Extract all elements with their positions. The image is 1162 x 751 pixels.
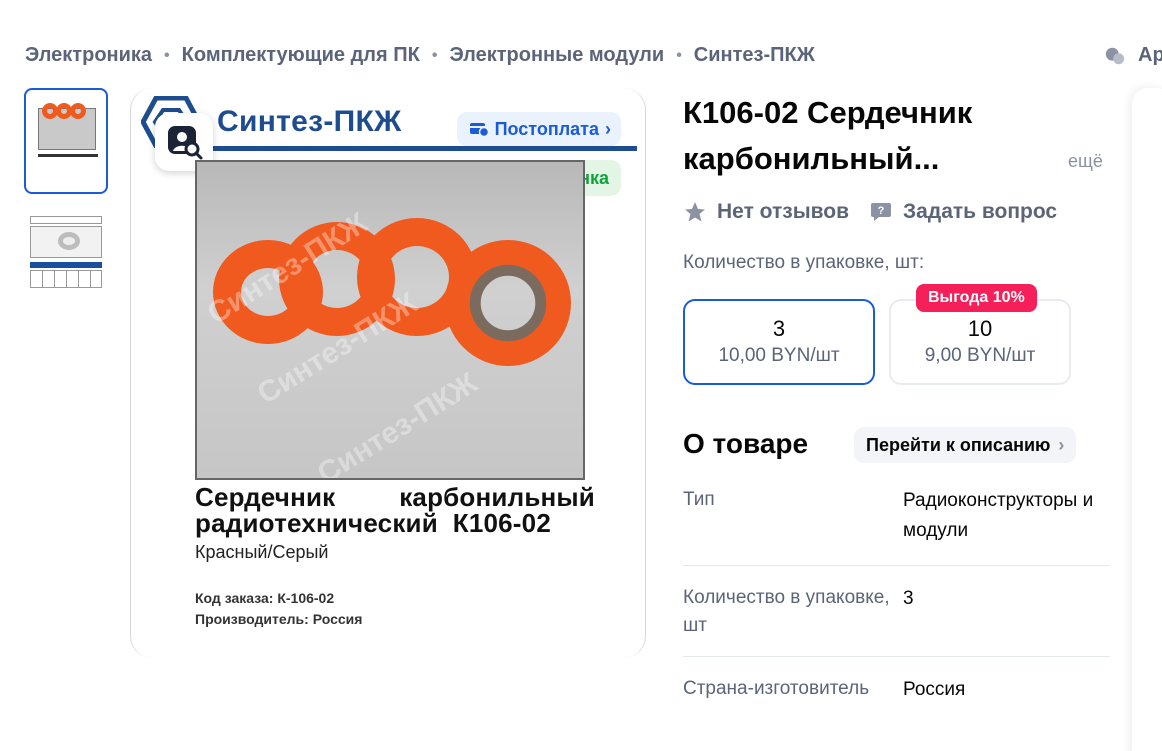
- top-right-action[interactable]: Ар: [1104, 44, 1162, 67]
- watermark: Синтез-ПКЖ: [311, 366, 484, 480]
- breadcrumb-electronics[interactable]: Электроника: [25, 44, 152, 67]
- thumbnail-caption: [38, 154, 98, 157]
- breadcrumb: Электроника • Комплектующие для ПК • Эле…: [25, 44, 815, 67]
- card-title-line2: радиотехнический К106-02: [195, 508, 551, 538]
- card-title-word: Сердечник: [195, 482, 336, 512]
- go-to-description-label: Перейти к описанию: [866, 434, 1051, 455]
- spec-key: Страна-изготовитель: [683, 678, 870, 699]
- brand-divider: [181, 146, 637, 151]
- spec-row: Тип Радиоконструкторы и модули: [683, 478, 1110, 566]
- image-search-icon: [168, 126, 203, 160]
- manufacturer: Производитель: Россия: [195, 611, 363, 627]
- star-icon: [685, 202, 705, 222]
- chevron-right-icon: ›: [605, 118, 611, 139]
- product-title: К106-02 Сердечник карбонильный...: [683, 95, 973, 176]
- spec-value: Радиоконструкторы и модули: [903, 490, 1094, 541]
- pack-price: 10,00 BYN/шт: [718, 345, 840, 366]
- order-code: Код заказа: К-106-02: [195, 590, 335, 606]
- ask-question-label: Задать вопрос: [903, 200, 1058, 223]
- card-title: Сердечник карбонильный радиотехнический …: [195, 484, 595, 536]
- thumbnail-list: [24, 88, 108, 332]
- card-clock-icon: [469, 123, 489, 137]
- reviews-label: Нет отзывов: [717, 200, 850, 223]
- core-drawing-icon: [58, 232, 80, 250]
- go-to-description-button[interactable]: Перейти к описанию ›: [854, 427, 1077, 463]
- product-photo: Синтез-ПКЖ Синтез-ПКЖ Синтез-ПКЖ: [195, 160, 585, 480]
- more-link[interactable]: ещё: [1068, 151, 1103, 172]
- breadcrumb-pc-components[interactable]: Комплектующие для ПК: [182, 44, 420, 67]
- pack-qty: 10: [967, 316, 993, 341]
- chat-bubbles-icon: [1105, 47, 1125, 64]
- pack-qty: 3: [772, 316, 786, 341]
- core-icon: [70, 103, 86, 119]
- pack-option-3[interactable]: 3 10,00 BYN/шт: [683, 299, 875, 385]
- spec-key: Количество в упаковке, шт: [683, 587, 890, 636]
- pack-price: 9,00 BYN/шт: [924, 345, 1036, 366]
- thumbnail-table: [30, 270, 102, 288]
- top-right-label: Ар: [1138, 44, 1162, 66]
- spec-value: Россия: [903, 679, 966, 700]
- postpay-label: Постоплата: [494, 118, 599, 139]
- breadcrumb-electronic-modules[interactable]: Электронные модули: [449, 44, 664, 67]
- breadcrumb-separator: •: [676, 46, 682, 64]
- card-title-word: карбонильный: [399, 482, 595, 512]
- benefit-badge: Выгода 10%: [916, 284, 1037, 312]
- thumbnail-header: [30, 216, 102, 224]
- about-title: О товаре: [683, 428, 809, 459]
- thumbnail-bar: [30, 262, 102, 268]
- main-image[interactable]: Синтез-ПКЖ Постоплата › Новинка Синтез-П…: [130, 88, 646, 658]
- spec-value: 3: [903, 588, 914, 609]
- chevron-right-icon: ›: [1058, 434, 1065, 455]
- question-bubble-icon: ?: [871, 203, 892, 221]
- thumbnail-1[interactable]: [24, 88, 108, 194]
- svg-text:?: ?: [878, 205, 885, 217]
- reviews-row: Нет отзывов ? Задать вопрос: [683, 200, 1057, 224]
- spec-key: Тип: [683, 489, 715, 510]
- core-ring: [445, 240, 571, 366]
- breadcrumb-separator: •: [431, 46, 438, 64]
- brand-name: Синтез-ПКЖ: [217, 105, 402, 138]
- breadcrumb-brand[interactable]: Синтез-ПКЖ: [694, 44, 815, 67]
- quantity-label: Количество в упаковке, шт:: [683, 252, 925, 273]
- specs-table: Тип Радиоконструкторы и модули Количеств…: [683, 478, 1110, 737]
- spec-row: Страна-изготовитель Россия: [683, 657, 1110, 737]
- card-subtitle: Красный/Серый: [195, 542, 329, 562]
- card-meta: Код заказа: К-106-02 Производитель: Росс…: [195, 588, 362, 630]
- spec-row: Количество в упаковке, шт 3: [683, 566, 1110, 657]
- postpay-badge[interactable]: Постоплата ›: [456, 112, 621, 146]
- thumbnail-2[interactable]: [24, 210, 108, 316]
- side-panel: [1132, 88, 1162, 751]
- reviews-link[interactable]: Нет отзывов: [683, 200, 849, 224]
- breadcrumb-separator: •: [164, 46, 170, 64]
- ask-question-link[interactable]: ? Задать вопрос: [869, 200, 1057, 224]
